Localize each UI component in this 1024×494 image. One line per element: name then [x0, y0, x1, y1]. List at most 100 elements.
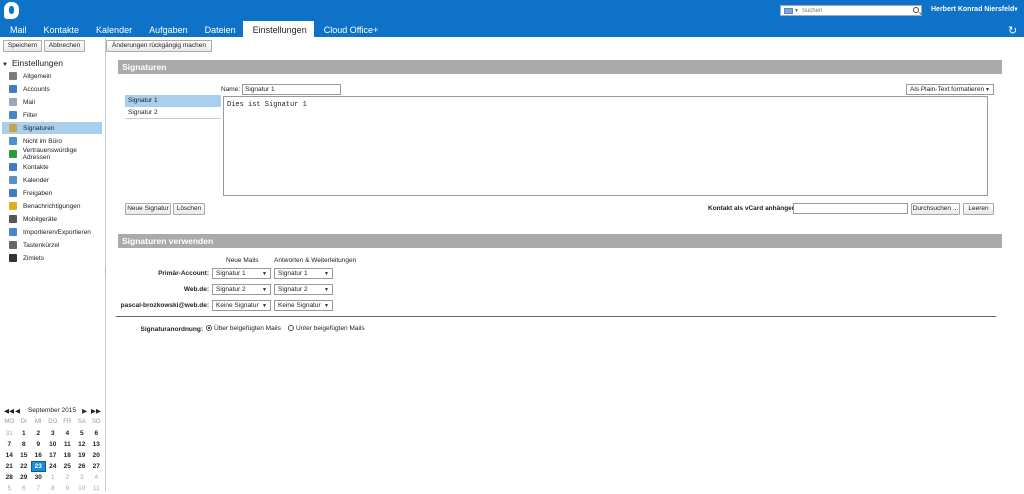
- calendar-day[interactable]: 11: [60, 439, 75, 450]
- signature-body-editor[interactable]: Dies ist Signatur 1: [223, 96, 988, 196]
- calendar-day[interactable]: 7: [31, 483, 46, 494]
- search-input[interactable]: [801, 6, 914, 15]
- new-signature-button[interactable]: Neue Signatur: [125, 203, 171, 215]
- calendar-day[interactable]: 26: [75, 461, 90, 472]
- calendar-day[interactable]: 9: [60, 483, 75, 494]
- reply-signature-select[interactable]: Signatur 1 ▼: [274, 268, 333, 279]
- calendar-day[interactable]: 6: [89, 428, 104, 439]
- month-label[interactable]: September 2015: [24, 407, 80, 416]
- calendar-day[interactable]: 16: [31, 450, 46, 461]
- tab-kontakte[interactable]: Kontakte: [34, 21, 87, 37]
- save-button[interactable]: Speichern: [3, 40, 42, 52]
- calendar-day[interactable]: 30: [31, 472, 46, 483]
- delete-signature-button[interactable]: Löschen: [173, 203, 205, 215]
- format-select[interactable]: Als Plain-Text formatieren ▼: [906, 84, 994, 95]
- calendar-day[interactable]: 3: [75, 472, 90, 483]
- search-scope-icon[interactable]: [784, 7, 793, 14]
- calendar-day[interactable]: 5: [2, 483, 17, 494]
- calendar-day[interactable]: 21: [2, 461, 17, 472]
- calendar-day[interactable]: 3: [46, 428, 61, 439]
- calendar-day[interactable]: 19: [75, 450, 90, 461]
- radio-above[interactable]: [206, 325, 212, 331]
- sidebar-item-accounts[interactable]: Accounts: [2, 83, 102, 95]
- sidebar-item-kalender[interactable]: Kalender: [2, 174, 102, 186]
- calendar-day[interactable]: 4: [60, 428, 75, 439]
- tab-mail[interactable]: Mail: [0, 21, 34, 37]
- sidebar-item-tastenkürzel[interactable]: Tastenkürzel: [2, 239, 102, 251]
- calendar-day[interactable]: 22: [17, 461, 32, 472]
- sidebar-splitter[interactable]: [105, 38, 106, 491]
- undo-changes-button[interactable]: Änderungen rückgängig machen: [106, 40, 212, 52]
- calendar-day[interactable]: 14: [2, 450, 17, 461]
- new-mail-signature-select[interactable]: Signatur 2 ▼: [212, 284, 271, 295]
- calendar-day[interactable]: 8: [17, 439, 32, 450]
- sidebar-item-mobilgeräte[interactable]: Mobilgeräte: [2, 213, 102, 225]
- calendar-day[interactable]: 8: [46, 483, 61, 494]
- sidebar-item-allgemein[interactable]: Allgemein: [2, 70, 102, 82]
- sidebar-item-filter[interactable]: Filter: [2, 109, 102, 121]
- calendar-day[interactable]: 1: [17, 428, 32, 439]
- signature-list-item[interactable]: Signatur 2: [125, 107, 221, 119]
- radio-below[interactable]: [288, 325, 294, 331]
- clear-button[interactable]: Leeren: [963, 203, 994, 215]
- calendar-day[interactable]: 13: [89, 439, 104, 450]
- user-menu-chevron-icon[interactable]: ▼: [1013, 7, 1019, 13]
- signature-list-item[interactable]: Signatur 1: [125, 95, 221, 107]
- user-menu[interactable]: Herbert Konrad Niersfeld: [931, 6, 1014, 13]
- tab-einstellungen[interactable]: Einstellungen: [242, 21, 314, 37]
- sidebar-title[interactable]: ▼ Einstellungen: [2, 58, 63, 68]
- option-below[interactable]: Unter beigefügten Mails: [288, 325, 365, 332]
- new-mail-signature-select[interactable]: Keine Signatur ▼: [212, 300, 271, 311]
- sidebar-item-importieren-exportieren[interactable]: Importieren/Exportieren: [2, 226, 102, 238]
- option-above[interactable]: Über beigefügten Mails: [206, 325, 281, 332]
- sidebar-item-signaturen[interactable]: Signaturen: [2, 122, 102, 134]
- calendar-day[interactable]: 29: [17, 472, 32, 483]
- tab-kalender[interactable]: Kalender: [86, 21, 139, 37]
- calendar-day[interactable]: 25: [60, 461, 75, 472]
- calendar-day[interactable]: 10: [75, 483, 90, 494]
- reply-signature-select[interactable]: Keine Signatur ▼: [274, 300, 333, 311]
- browse-button[interactable]: Durchsuchen ...: [911, 203, 960, 215]
- prev-year-icon[interactable]: ◀◀: [4, 407, 14, 416]
- calendar-day[interactable]: 20: [89, 450, 104, 461]
- prev-month-icon[interactable]: ◀: [15, 407, 24, 416]
- reply-signature-select[interactable]: Signatur 2 ▼: [274, 284, 333, 295]
- calendar-day[interactable]: 27: [89, 461, 104, 472]
- calendar-day[interactable]: 12: [75, 439, 90, 450]
- tab-dateien[interactable]: Dateien: [195, 21, 243, 37]
- calendar-day[interactable]: 2: [60, 472, 75, 483]
- collapse-icon[interactable]: ▼: [2, 62, 8, 68]
- calendar-day[interactable]: 24: [46, 461, 61, 472]
- calendar-day[interactable]: 10: [46, 439, 61, 450]
- calendar-day[interactable]: 7: [2, 439, 17, 450]
- sidebar-item-mail[interactable]: Mail: [2, 96, 102, 108]
- vcard-input[interactable]: [793, 203, 908, 214]
- sidebar-item-benachrichtigungen[interactable]: Benachrichtigungen: [2, 200, 102, 212]
- refresh-icon[interactable]: ↻: [1008, 24, 1017, 37]
- sidebar-item-zimlets[interactable]: Zimlets: [2, 252, 102, 264]
- next-month-icon[interactable]: ▶: [82, 407, 91, 416]
- next-year-icon[interactable]: ▶▶: [91, 407, 101, 416]
- calendar-day[interactable]: 4: [89, 472, 104, 483]
- signature-name-input[interactable]: Signatur 1: [242, 84, 341, 95]
- calendar-day[interactable]: 1: [46, 472, 61, 483]
- calendar-day[interactable]: 18: [60, 450, 75, 461]
- sidebar-item-kontakte[interactable]: Kontakte: [2, 161, 102, 173]
- search-icon[interactable]: [913, 7, 919, 13]
- calendar-day[interactable]: 23: [31, 461, 46, 472]
- splitter-grip-icon[interactable]: ⋮: [102, 268, 109, 276]
- tab-aufgaben[interactable]: Aufgaben: [139, 21, 195, 37]
- sidebar-item-freigaben[interactable]: Freigaben: [2, 187, 102, 199]
- calendar-day[interactable]: 17: [46, 450, 61, 461]
- calendar-day[interactable]: 9: [31, 439, 46, 450]
- calendar-day[interactable]: 6: [17, 483, 32, 494]
- sidebar-item-vertrauenswürdige-adressen[interactable]: Vertrauenswürdige Adressen: [2, 147, 102, 161]
- sidebar-item-nicht-im-büro[interactable]: Nicht im Büro: [2, 135, 102, 147]
- calendar-day[interactable]: 28: [2, 472, 17, 483]
- calendar-day[interactable]: 15: [17, 450, 32, 461]
- calendar-day[interactable]: 31: [2, 428, 17, 439]
- calendar-day[interactable]: 5: [75, 428, 90, 439]
- calendar-day[interactable]: 2: [31, 428, 46, 439]
- cancel-button[interactable]: Abbrechen: [44, 40, 85, 52]
- new-mail-signature-select[interactable]: Signatur 1 ▼: [212, 268, 271, 279]
